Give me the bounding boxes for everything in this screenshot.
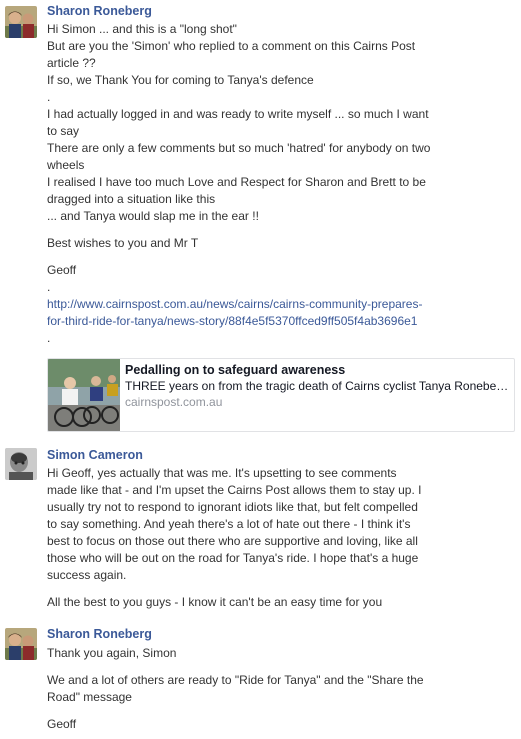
preview-title[interactable]: Pedalling on to safeguard awareness (125, 363, 345, 378)
message-line: Road" message (47, 690, 132, 704)
message-line: We and a lot of others are ready to "Rid… (47, 673, 424, 687)
message-line: But are you the 'Simon' who replied to a… (47, 39, 416, 53)
message-line: made like that - and I'm upset the Cairn… (47, 483, 422, 497)
message-3: Sharon Roneberg Thank you again, Simon W… (0, 624, 521, 739)
message-author[interactable]: Sharon Roneberg (47, 627, 152, 642)
message-closing: Best wishes to you and Mr T (47, 236, 199, 250)
message-line: . (47, 90, 51, 104)
message-signature: Geoff (47, 263, 77, 277)
message-line: article ?? (47, 56, 96, 70)
preview-description: THREE years on from the tragic death of … (125, 379, 509, 393)
message-line: success again. (47, 568, 127, 582)
message-dot: . (47, 331, 51, 345)
message-line: Hi Geoff, yes actually that was me. It's… (47, 466, 397, 480)
message-line: to say (47, 124, 80, 138)
message-body: Hi Simon ... and this is a "long shot" B… (47, 21, 512, 347)
avatar-simon[interactable] (5, 448, 37, 480)
message-line: dragged into a situation like this (47, 192, 216, 206)
preview-domain: cairnspost.com.au (125, 395, 223, 409)
avatar-sharon[interactable] (5, 6, 37, 38)
link-preview-card[interactable]: Pedalling on to safeguard awareness THRE… (47, 358, 515, 432)
message-line: those who will be out on the road for Ta… (47, 551, 419, 565)
article-link[interactable]: for-third-ride-for-tanya/news-story/88f4… (47, 313, 512, 330)
message-line: best to focus on those out there who are… (47, 534, 418, 548)
preview-thumbnail[interactable] (48, 359, 120, 431)
message-2: Simon Cameron Hi Geoff, yes actually tha… (0, 446, 521, 616)
message-line: to say something. And yeah there's a lot… (47, 517, 411, 531)
message-line: Thank you again, Simon (47, 646, 177, 660)
message-signature: Geoff (47, 717, 77, 731)
message-line: ... and Tanya would slap me in the ear !… (47, 209, 259, 223)
message-line: usually try not to respond to ignorant i… (47, 500, 418, 514)
article-link[interactable]: http://www.cairnspost.com.au/news/cairns… (47, 296, 512, 313)
message-dot: . (47, 280, 51, 294)
message-closing: All the best to you guys - I know it can… (47, 595, 383, 609)
message-body: Hi Geoff, yes actually that was me. It's… (47, 465, 512, 611)
message-author[interactable]: Simon Cameron (47, 448, 143, 463)
message-line: I realised I have too much Love and Resp… (47, 175, 426, 189)
message-line: wheels (47, 158, 85, 172)
avatar-sharon[interactable] (5, 628, 37, 660)
message-line: I had actually logged in and was ready t… (47, 107, 429, 121)
message-line: If so, we Thank You for coming to Tanya'… (47, 73, 314, 87)
message-body: Thank you again, Simon We and a lot of o… (47, 645, 512, 733)
message-line: There are only a few comments but so muc… (47, 141, 431, 155)
message-line: Hi Simon ... and this is a "long shot" (47, 22, 237, 36)
message-1: Sharon Roneberg Hi Simon ... and this is… (0, 0, 521, 440)
message-author[interactable]: Sharon Roneberg (47, 4, 152, 19)
